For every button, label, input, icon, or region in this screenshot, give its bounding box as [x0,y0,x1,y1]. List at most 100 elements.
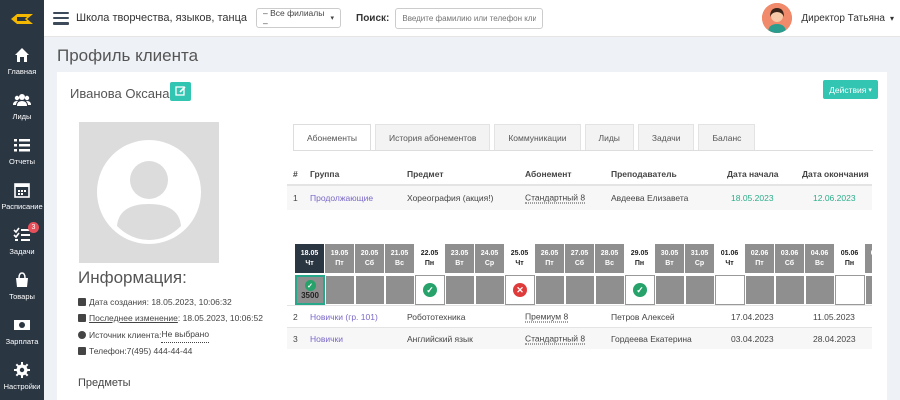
calendar-date: 03.06 [780,249,799,257]
calendar-day[interactable]: 20.05 Сб [355,244,385,305]
sidebar-item-home[interactable]: Главная [0,38,44,83]
calendar-day[interactable]: 03.06 Сб [775,244,805,305]
calendar-day[interactable]: 19.05 Пт [325,244,355,305]
calendar-day[interactable]: 29.05 Пн ✓ [625,244,655,305]
sidebar-item-tasks[interactable]: Задачи 3 [0,218,44,263]
list-icon [13,136,31,154]
tab-bar: Абонементы История абонементов Коммуника… [293,124,873,151]
attendance-cell[interactable]: ✕ [505,275,535,305]
calendar-day[interactable]: 04.06 Вс [805,244,835,305]
calendar-dow: Пт [755,259,764,267]
calendar-date: 29.05 [630,249,649,257]
calendar-day[interactable]: 30.05 Вт [655,244,685,305]
calendar-dow: Сб [364,259,375,267]
subscription-link[interactable]: Стандартный 8 [525,193,586,204]
sidebar-item-users[interactable]: Лиды [0,83,44,128]
attendance-cell[interactable] [865,275,872,305]
calendar-day[interactable]: 06.06Вт [865,244,872,305]
calendar-day-header: 01.06 Чт [715,244,745,273]
attendance-cell[interactable] [805,275,835,305]
calendar-day[interactable]: 28.05 Вс [595,244,625,305]
tab-tasks[interactable]: Задачи [637,124,695,150]
phone-icon [78,347,86,355]
attendance-cell[interactable] [385,275,415,305]
calendar-day[interactable]: 18.05 Чт ✓ 3500 [295,244,325,305]
group-link[interactable]: Новички [310,334,343,344]
calendar-day[interactable]: 01.06 Чт [715,244,745,305]
table-row: 3 Новички Английский язык Стандартный 8 … [287,327,872,349]
attendance-cell[interactable] [355,275,385,305]
sidebar-item-money[interactable]: Зарплата [0,308,44,353]
sidebar-item-label: Задачи [9,246,35,256]
teacher-cell: Петров Алексей [611,311,675,322]
tab-balance[interactable]: Баланс [698,124,756,150]
logo[interactable] [0,0,44,38]
attendance-cell[interactable] [655,275,685,305]
tab-subscription-history[interactable]: История абонементов [374,124,491,150]
attendance-cell[interactable] [745,275,775,305]
calendar-day-header: 03.06 Сб [775,244,805,273]
chevron-down-icon: ▾ [889,13,894,23]
col-header: Преподаватель [611,169,677,179]
sidebar-item-list[interactable]: Отчеты [0,128,44,173]
source-value[interactable]: Не выбрано [161,326,210,343]
branch-select[interactable]: – Все филиалы – ▾ [256,8,342,28]
group-link[interactable]: Продолжающие [310,193,373,203]
calendar-dow: Вс [605,259,614,267]
phone-row: Телефон: 7(495) 444-44-44 [78,343,263,359]
sidebar-item-label: Расписание [1,201,43,211]
payment-amount: 3500 [301,291,319,300]
tab-communications[interactable]: Коммуникации [494,124,581,150]
search-input[interactable] [395,7,544,29]
changed-label[interactable]: Последнее изменение [89,310,178,326]
calendar-day[interactable]: 24.05 Ср [475,244,505,305]
attendance-cell[interactable] [535,275,565,305]
calendar-date: 23.05 [450,249,469,257]
calendar-day-header: 25.05 Чт [505,244,535,273]
attendance-cell[interactable]: ✓ [625,275,655,305]
attendance-cell[interactable]: ✓ [415,275,445,305]
sidebar-item-gear[interactable]: Настройки [0,353,44,398]
attendance-cell[interactable] [445,275,475,305]
user-placeholder-icon [97,140,201,244]
calendar-dow: Пт [335,259,344,267]
group-link[interactable]: Новички (гр. 101) [310,312,378,322]
attendance-cell[interactable] [595,275,625,305]
calendar-day[interactable]: 02.06 Пт [745,244,775,305]
menu-toggle-icon[interactable] [53,11,69,25]
attendance-cell[interactable] [325,275,355,305]
calendar-day[interactable]: 05.06 Пн [835,244,865,305]
attendance-cell[interactable] [685,275,715,305]
calendar-day[interactable]: 23.05 Вт [445,244,475,305]
attendance-cell[interactable]: ✓ 3500 [295,275,325,305]
edit-client-button[interactable] [170,82,191,101]
calendar-day[interactable]: 25.05 Чт ✕ [505,244,535,305]
attendance-cell[interactable] [475,275,505,305]
teacher-cell: Гордеева Екатерина [611,333,692,344]
attendance-cell[interactable] [565,275,595,305]
calendar-date: 19.05 [330,249,349,257]
calendar-day[interactable]: 26.05 Пт [535,244,565,305]
subscription-link[interactable]: Премиум 8 [525,311,569,322]
changed-row: Последнее изменение: 18.05.2023, 10:06:5… [78,310,263,326]
attendance-cell[interactable] [715,275,745,305]
attendance-cell[interactable] [775,275,805,305]
calendar-day[interactable]: 22.05 Пн ✓ [415,244,445,305]
tab-subscriptions[interactable]: Абонементы [293,124,371,150]
calendar-day[interactable]: 27.05 Сб [565,244,595,305]
subscription-link[interactable]: Стандартный 8 [525,333,586,344]
calendar-day[interactable]: 21.05 Вс [385,244,415,305]
sidebar-item-bag[interactable]: Товары [0,263,44,308]
home-icon [13,46,31,64]
calendar-dow: Вт [665,259,674,267]
user-menu[interactable]: Директор Татьяна ▾ [762,3,894,33]
calendar-day[interactable]: 31.05 Ср [685,244,715,305]
tab-leads[interactable]: Лиды [584,124,634,150]
actions-button[interactable]: Действия ▾ [823,80,878,99]
notification-badge: 3 [28,222,39,233]
calendar-date: 01.06 [720,249,739,257]
calendar-dow: Сб [574,259,585,267]
attendance-cell[interactable] [835,275,865,305]
sidebar-item-calendar[interactable]: Расписание [0,173,44,218]
chevron-down-icon: ▾ [330,15,335,22]
